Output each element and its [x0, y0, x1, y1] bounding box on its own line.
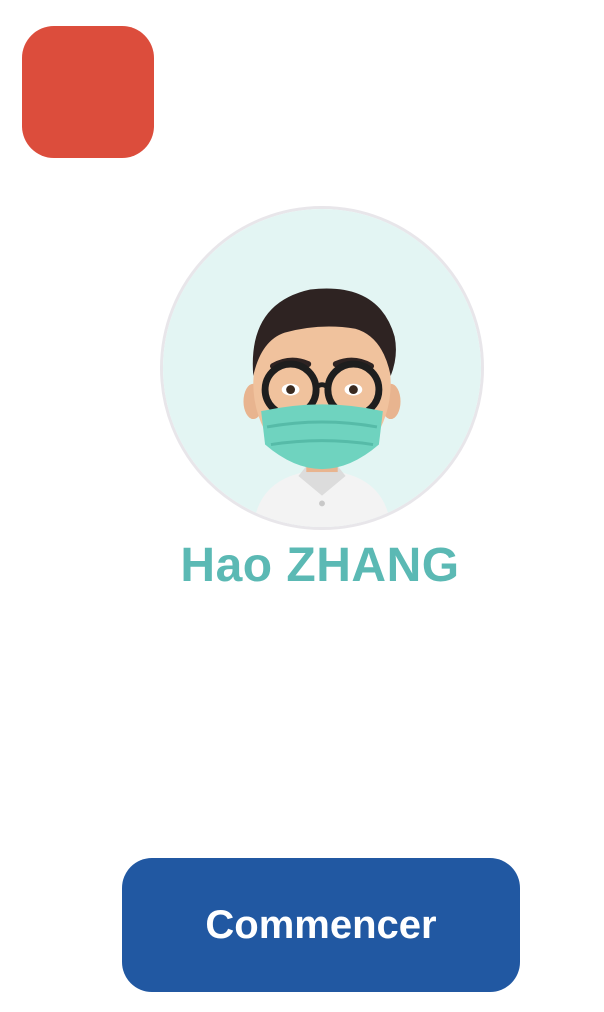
user-name: Hao ZHANG	[180, 539, 460, 592]
avatar	[160, 206, 484, 530]
app-square-button[interactable]	[22, 26, 154, 158]
start-button[interactable]: Commencer	[122, 858, 520, 992]
memoji-avatar-with-mask-icon	[163, 209, 481, 527]
